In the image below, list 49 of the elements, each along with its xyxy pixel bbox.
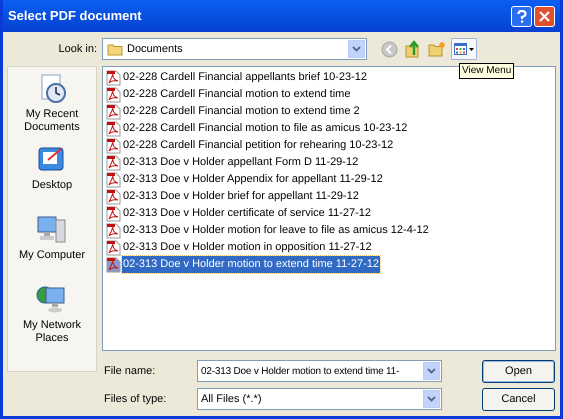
close-icon (539, 10, 550, 22)
help-button[interactable] (511, 6, 532, 26)
pdf-file-icon (106, 172, 121, 188)
pdf-file-icon (106, 188, 121, 204)
file-type-dropdown[interactable]: All Files (*.*) (197, 388, 442, 410)
file-item[interactable]: 02-313 Doe v Holder motion in opposition 11-27-12 (122, 239, 373, 256)
pdf-file-icon (106, 70, 121, 86)
pdf-file-icon (106, 222, 121, 238)
places-item[interactable]: Desktop (12, 144, 92, 192)
file-item[interactable]: 02-313 Doe v Holder motion for leave to file as amicus 12-4-12 (122, 222, 430, 239)
pdf-file-icon (106, 256, 121, 272)
up-folder-icon[interactable] (405, 40, 421, 58)
back-icon[interactable] (381, 40, 398, 58)
close-button[interactable] (534, 6, 555, 26)
open-button[interactable]: Open (482, 360, 555, 382)
folder-icon (107, 42, 123, 56)
pdf-file-icon (106, 86, 121, 102)
file-item[interactable]: 02-313 Doe v Holder brief for appellant 11-29-12 (122, 188, 360, 205)
pdf-file-icon (106, 120, 121, 136)
file-item[interactable]: 02-228 Cardell Financial motion to file as amicus 10-23-12 (122, 120, 408, 137)
window-title: Select PDF document (8, 7, 143, 26)
cancel-button[interactable]: Cancel (482, 388, 555, 410)
grid-icon (454, 43, 467, 55)
file-item[interactable]: 02-313 Doe v Holder Appendix for appellant 11-29-12 (122, 171, 384, 188)
look-in-dropdown[interactable]: Documents (102, 38, 367, 60)
places-item[interactable]: My Recent Documents (12, 73, 92, 134)
places-item[interactable]: My Network Places (12, 284, 92, 345)
file-item[interactable]: 02-228 Cardell Financial appellants brief 10-23-12 (122, 69, 368, 86)
look-in-label: Look in: (57, 42, 98, 57)
caret-icon (469, 48, 474, 50)
file-name-label: File name: (103, 364, 156, 379)
pdf-file-icon (106, 240, 121, 256)
file-item[interactable]: 02-313 Doe v Holder motion to extend time 11-27-12 (122, 256, 380, 273)
file-type-label: Files of type: (103, 392, 168, 407)
new-folder-icon[interactable] (428, 41, 446, 57)
pdf-file-icon (106, 206, 121, 222)
file-item[interactable]: 02-228 Cardell Financial motion to extend time 2 (122, 103, 361, 120)
question-mark-icon (516, 10, 526, 22)
places-item[interactable]: My Computer (12, 214, 92, 262)
view-menu-button[interactable] (451, 38, 477, 60)
pdf-file-icon (106, 104, 121, 120)
pdf-file-icon (106, 138, 121, 154)
file-item[interactable]: 02-313 Doe v Holder certificate of service 11-27-12 (122, 205, 372, 222)
tooltip: View Menu (459, 63, 514, 79)
file-item[interactable]: 02-228 Cardell Financial motion to extend time (122, 86, 352, 103)
file-item[interactable]: 02-228 Cardell Financial petition for rehearing 10-23-12 (122, 137, 394, 154)
file-name-field[interactable]: 02-313 Doe v Holder motion to extend time 11- (197, 360, 442, 382)
file-item[interactable]: 02-313 Doe v Holder appellant Form D 11-29-12 (122, 154, 360, 171)
pdf-file-icon (106, 154, 121, 170)
